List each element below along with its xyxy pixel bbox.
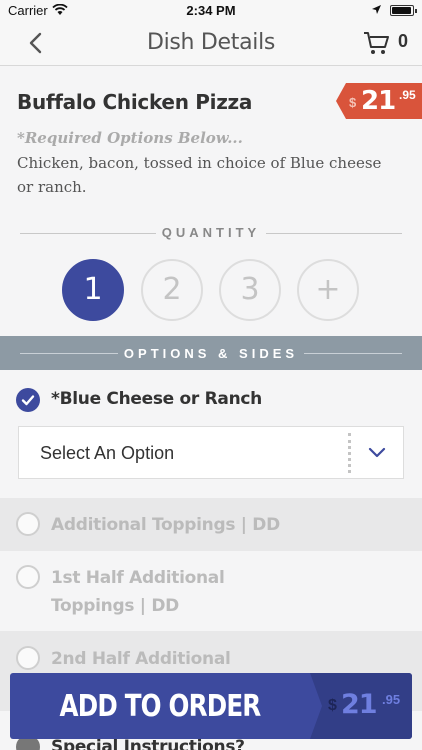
dotted-separator <box>348 433 351 473</box>
nav-bar: Dish Details 0 <box>0 22 422 66</box>
dish-header: Buffalo Chicken Pizza $ 21 .95 *Required… <box>0 66 422 336</box>
option-blue-cheese-ranch: *Blue Cheese or Ranch Select An Option <box>0 370 422 498</box>
radio-button[interactable] <box>16 565 40 589</box>
dish-description: Chicken, bacon, tossed in choice of Blue… <box>17 154 382 196</box>
page-title: Dish Details <box>146 30 276 55</box>
dish-name: Buffalo Chicken Pizza <box>17 90 253 114</box>
quantity-option-2[interactable]: 2 <box>141 259 203 321</box>
radio-button[interactable] <box>16 512 40 536</box>
required-options-note: *Required Options Below... <box>17 129 243 147</box>
total-cents: .95 <box>382 692 401 707</box>
add-to-order-button[interactable]: ADD TO ORDER $ 21 .95 <box>10 673 412 739</box>
option-select-dropdown[interactable]: Select An Option <box>18 426 404 479</box>
divider <box>266 233 402 234</box>
quantity-option-3[interactable]: 3 <box>219 259 281 321</box>
option-title: *Blue Cheese or Ranch <box>51 389 262 409</box>
checkmark-icon[interactable] <box>16 388 40 412</box>
cart-count[interactable]: 0 <box>398 31 408 52</box>
option-title: Additional Toppings | DD <box>51 515 280 535</box>
option-1st-half-toppings[interactable]: 1st Half Additional Toppings | DD <box>0 551 422 631</box>
option-additional-toppings[interactable]: Additional Toppings | DD <box>0 498 422 551</box>
total-currency: $ <box>328 697 337 714</box>
radio-button[interactable] <box>16 646 40 670</box>
total-amount: 21 <box>341 689 378 720</box>
price-amount: 21 <box>361 86 396 116</box>
options-sides-header: OPTIONS & SIDES <box>0 336 422 370</box>
quantity-increase-button[interactable]: + <box>297 259 359 321</box>
clock: 2:34 PM <box>186 3 236 18</box>
quantity-option-1[interactable]: 1 <box>62 259 124 321</box>
quantity-header: QUANTITY <box>20 224 402 244</box>
price-cents: .95 <box>399 88 416 102</box>
divider <box>304 353 402 354</box>
option-title: 1st Half Additional Toppings | DD <box>51 568 225 616</box>
price-currency: $ <box>349 95 357 110</box>
status-bar: Carrier 2:34 PM <box>0 0 422 22</box>
price-tag: $ 21 .95 <box>336 83 422 119</box>
chevron-down-icon <box>368 447 386 458</box>
location-arrow-icon <box>372 5 381 14</box>
option-title: 2nd Half Additional <box>51 649 231 669</box>
select-value: Select An Option <box>40 443 175 463</box>
cart-icon[interactable] <box>362 30 390 56</box>
battery-icon <box>390 5 417 16</box>
add-to-order-label: ADD TO ORDER <box>59 689 262 724</box>
order-total: $ 21 .95 <box>310 673 412 739</box>
